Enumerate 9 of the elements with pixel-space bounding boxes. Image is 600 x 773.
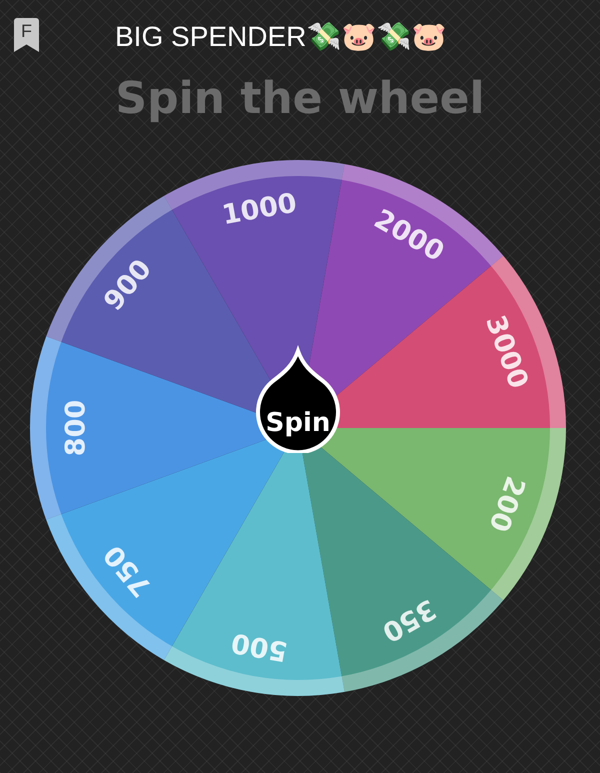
heading: Spin the wheel [115, 72, 485, 126]
segment-label: 500 [229, 626, 290, 667]
segment-label: 200 [482, 472, 531, 536]
segment-label: 800 [60, 400, 92, 456]
title: BIG SPENDER💸🐷💸🐷 [115, 20, 446, 52]
segment-label: 1000 [220, 188, 300, 232]
segment-label: 3000 [479, 311, 534, 393]
segment-label: 350 [376, 592, 442, 648]
bookmark-icon[interactable]: F [14, 18, 39, 52]
